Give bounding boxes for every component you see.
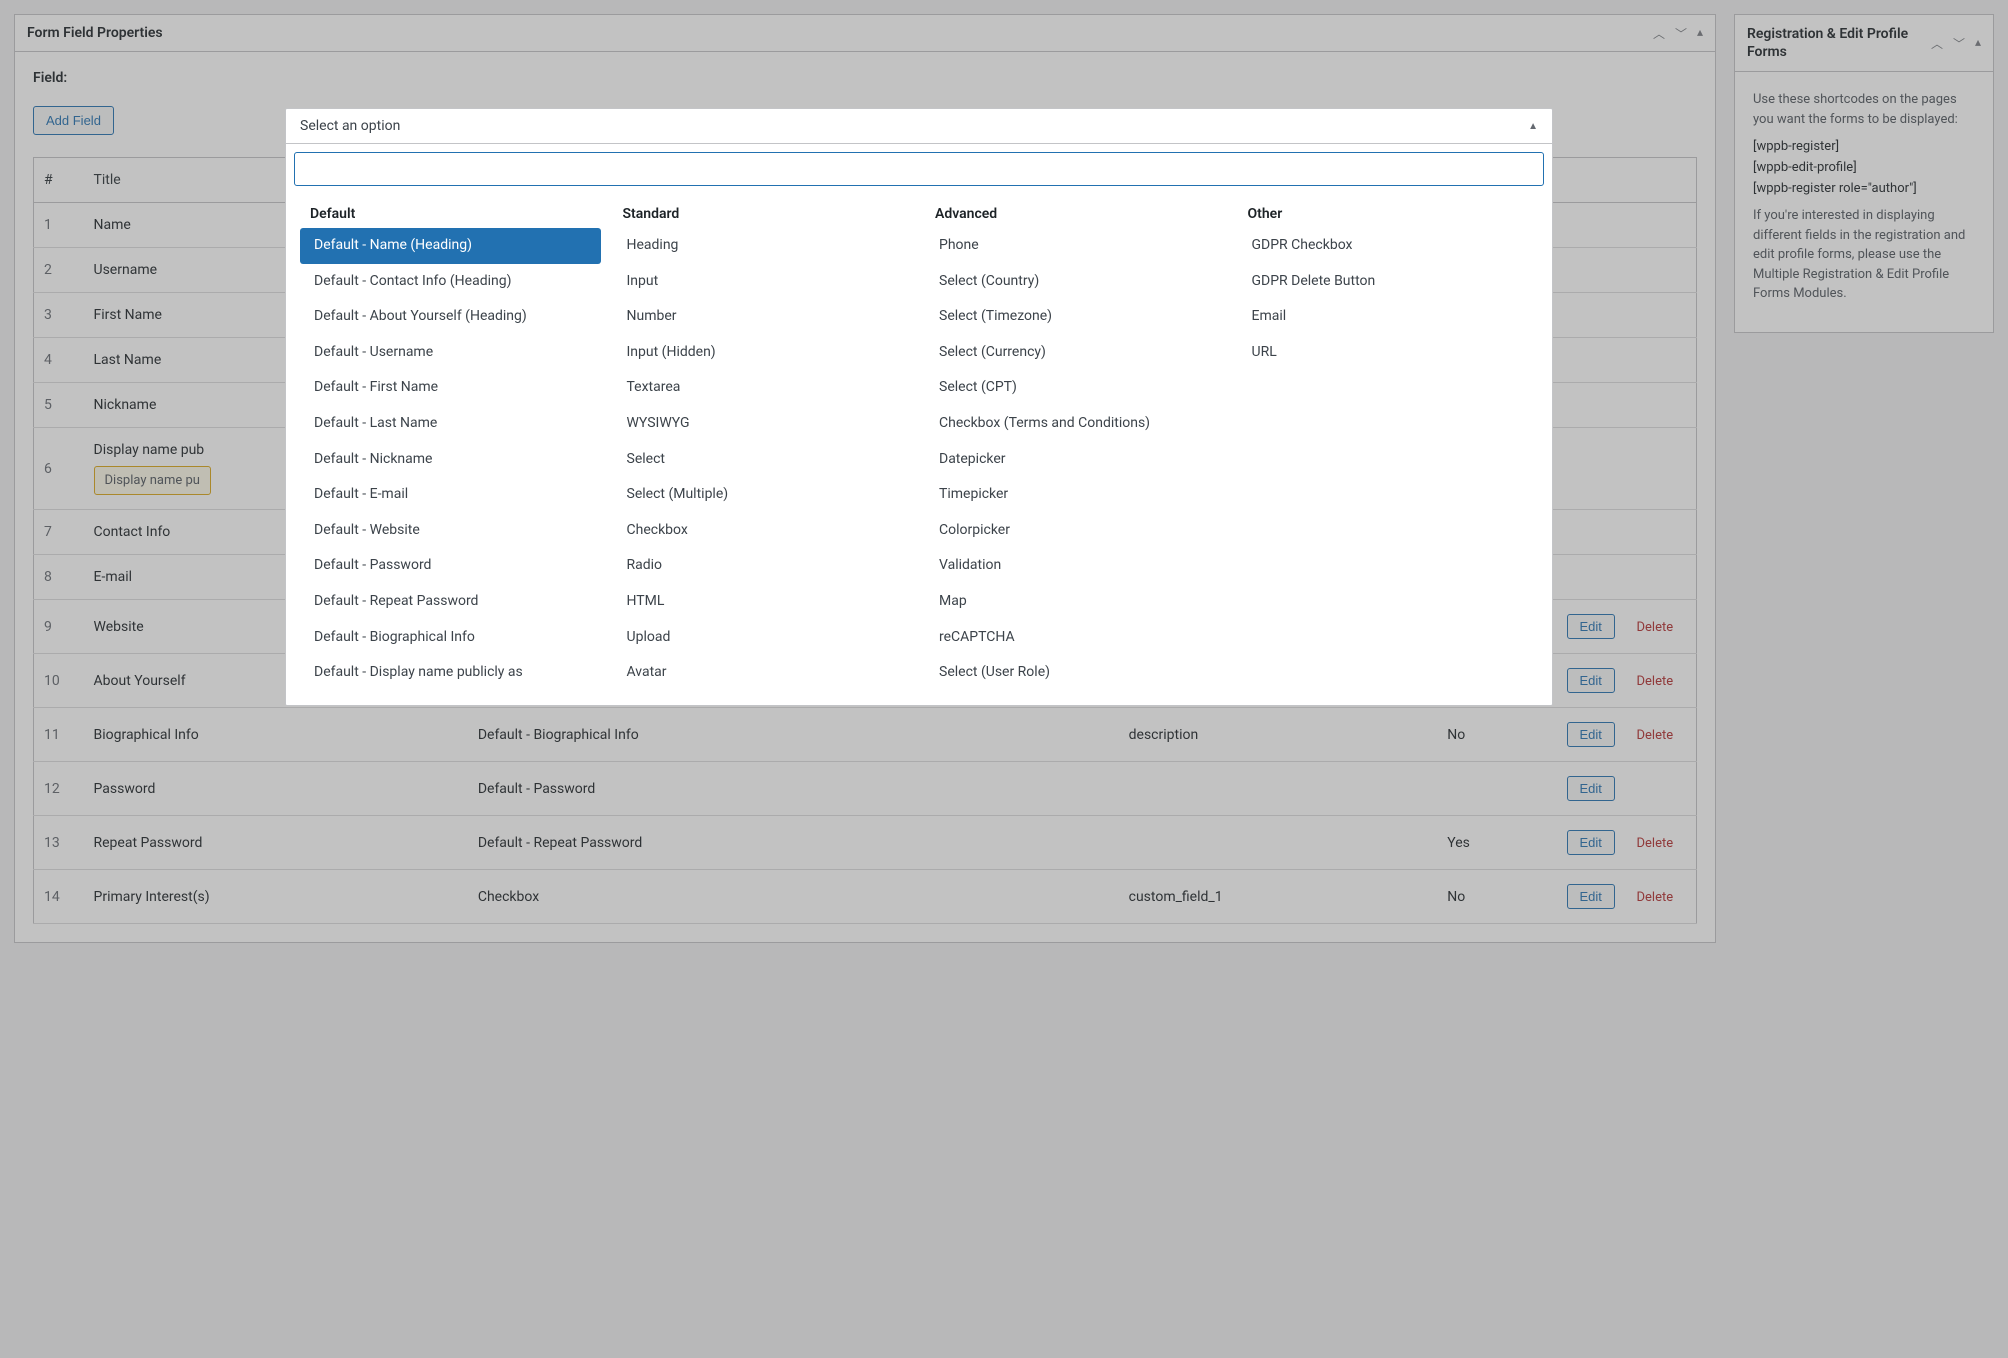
- dropdown-group-label: Standard: [613, 198, 914, 228]
- dropdown-option[interactable]: GDPR Delete Button: [1238, 264, 1539, 300]
- dropdown-placeholder: Select an option: [300, 118, 400, 134]
- dropdown-option[interactable]: Default - Display name publicly as: [300, 655, 601, 691]
- dropdown-option[interactable]: Colorpicker: [925, 513, 1226, 549]
- dropdown-option[interactable]: Input: [613, 264, 914, 300]
- dropdown-option[interactable]: Checkbox (Terms and Conditions): [925, 406, 1226, 442]
- dropdown-option[interactable]: Avatar: [613, 655, 914, 691]
- dropdown-option[interactable]: Email: [1238, 299, 1539, 335]
- dropdown-option[interactable]: Timepicker: [925, 477, 1226, 513]
- dropdown-option[interactable]: Default - Biographical Info: [300, 620, 601, 656]
- dropdown-search-input[interactable]: [294, 152, 1544, 186]
- dropdown-group-label: Default: [300, 198, 601, 228]
- dropdown-option[interactable]: Default - Contact Info (Heading): [300, 264, 601, 300]
- dropdown-option[interactable]: Select (Timezone): [925, 299, 1226, 335]
- dropdown-option[interactable]: HTML: [613, 584, 914, 620]
- dropdown-option[interactable]: URL: [1238, 335, 1539, 371]
- dropdown-option[interactable]: Validation: [925, 548, 1226, 584]
- dropdown-option[interactable]: Default - Name (Heading): [300, 228, 601, 264]
- dropdown-option[interactable]: Default - About Yourself (Heading): [300, 299, 601, 335]
- dropdown-option[interactable]: Default - Username: [300, 335, 601, 371]
- dropdown-option[interactable]: Datepicker: [925, 442, 1226, 478]
- caret-up-icon: ▲: [1528, 121, 1538, 132]
- dropdown-option[interactable]: reCAPTCHA: [925, 620, 1226, 656]
- dropdown-option[interactable]: WYSIWYG: [613, 406, 914, 442]
- dropdown-option[interactable]: Select (Currency): [925, 335, 1226, 371]
- dropdown-option[interactable]: Default - E-mail: [300, 477, 601, 513]
- dropdown-selected[interactable]: Select an option ▲: [286, 109, 1552, 144]
- dropdown-option[interactable]: Heading: [613, 228, 914, 264]
- dropdown-option[interactable]: Select (User Role): [925, 655, 1226, 691]
- dropdown-option[interactable]: Map: [925, 584, 1226, 620]
- dropdown-option[interactable]: Select (CPT): [925, 370, 1226, 406]
- dropdown-option[interactable]: Default - Website: [300, 513, 601, 549]
- dropdown-option[interactable]: Default - Password: [300, 548, 601, 584]
- dropdown-option[interactable]: Default - Repeat Password: [300, 584, 601, 620]
- dropdown-group: AdvancedPhoneSelect (Country)Select (Tim…: [919, 198, 1232, 691]
- dropdown-option[interactable]: Phone: [925, 228, 1226, 264]
- dropdown-group: StandardHeadingInputNumberInput (Hidden)…: [607, 198, 920, 691]
- dropdown-group-label: Advanced: [925, 198, 1226, 228]
- field-select-dropdown: Select an option ▲ DefaultDefault - Name…: [285, 108, 1553, 706]
- dropdown-option[interactable]: Textarea: [613, 370, 914, 406]
- dropdown-option[interactable]: Number: [613, 299, 914, 335]
- dropdown-option[interactable]: Default - Last Name: [300, 406, 601, 442]
- dropdown-option[interactable]: Select (Country): [925, 264, 1226, 300]
- dropdown-option[interactable]: Default - First Name: [300, 370, 601, 406]
- dropdown-option[interactable]: GDPR Checkbox: [1238, 228, 1539, 264]
- dropdown-group: DefaultDefault - Name (Heading)Default -…: [294, 198, 607, 691]
- dropdown-option[interactable]: Checkbox: [613, 513, 914, 549]
- dropdown-group-label: Other: [1238, 198, 1539, 228]
- dropdown-option[interactable]: Upload: [613, 620, 914, 656]
- dropdown-option[interactable]: Select: [613, 442, 914, 478]
- dropdown-option[interactable]: Input (Hidden): [613, 335, 914, 371]
- dropdown-group: OtherGDPR CheckboxGDPR Delete ButtonEmai…: [1232, 198, 1545, 691]
- dropdown-option[interactable]: Default - Nickname: [300, 442, 601, 478]
- dropdown-option[interactable]: Radio: [613, 548, 914, 584]
- dropdown-option[interactable]: Select (Multiple): [613, 477, 914, 513]
